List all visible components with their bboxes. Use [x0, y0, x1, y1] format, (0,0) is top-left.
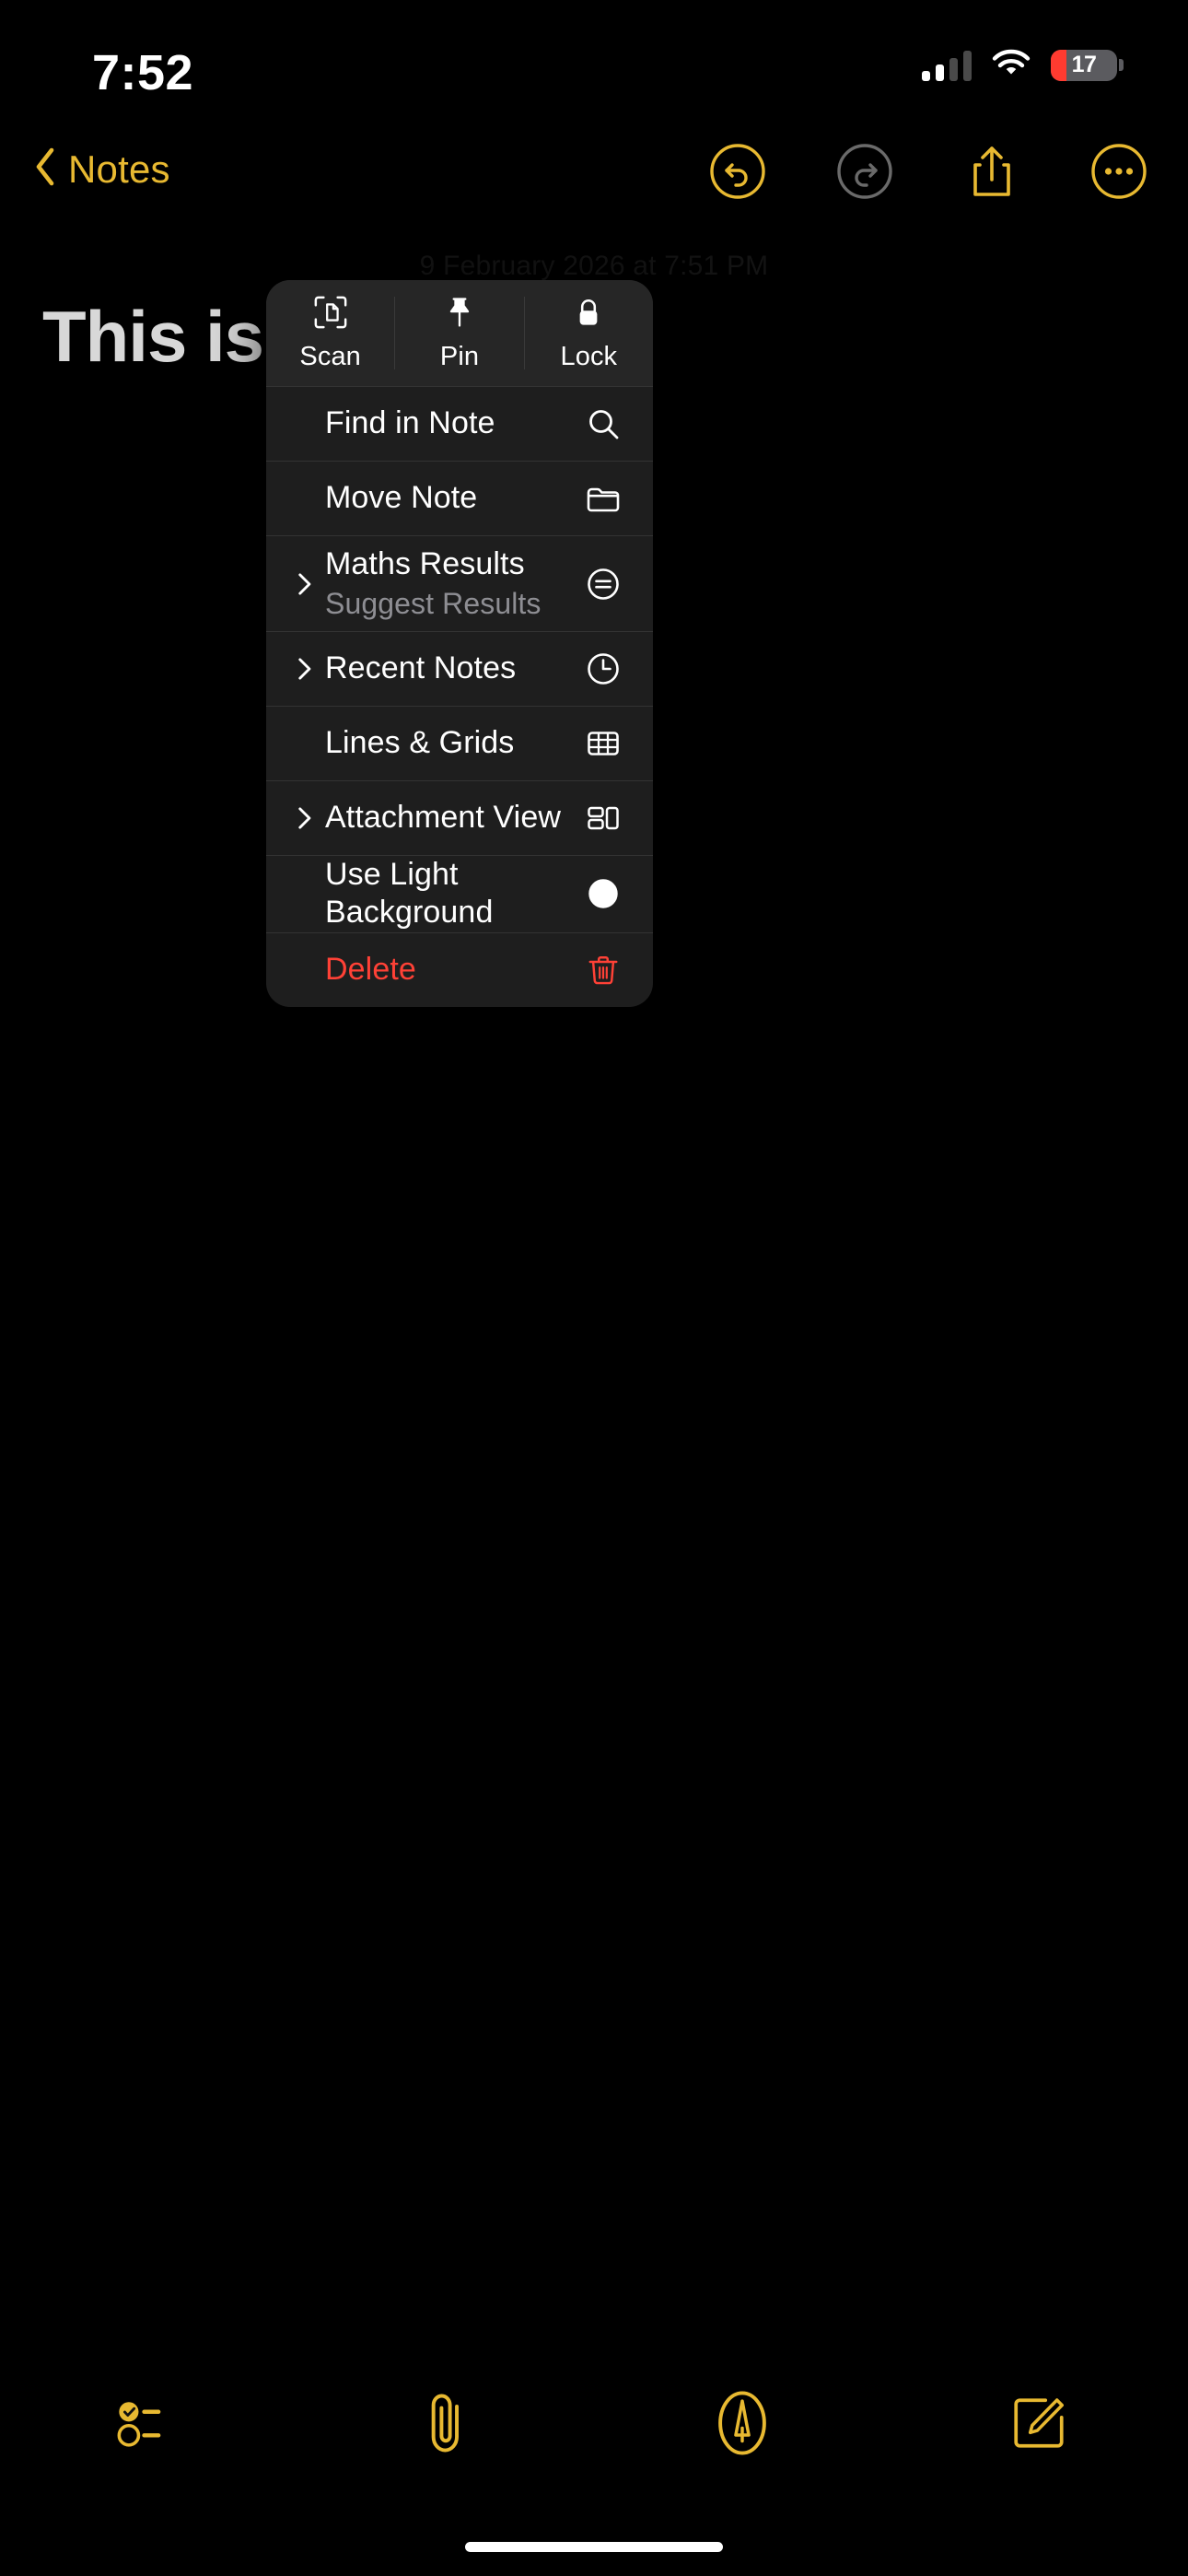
chevron-right-icon: [294, 802, 318, 835]
menu-item-attachment-view[interactable]: Attachment View: [266, 780, 653, 855]
compose-icon: [1009, 2393, 1070, 2458]
attachment-layout-icon: [577, 800, 629, 837]
menu-item-text: Recent Notes: [325, 650, 577, 687]
pin-button[interactable]: Pin: [395, 280, 523, 386]
menu-item-title: Find in Note: [325, 405, 495, 441]
menu-item-title: Use Light Background: [325, 857, 494, 931]
menu-item-text: Move Note: [325, 479, 577, 517]
checklist-icon: [115, 2395, 181, 2455]
menu-item-title: Delete: [325, 952, 416, 988]
menu-item-maths-results[interactable]: Maths Results Suggest Results: [266, 535, 653, 631]
menu-item-text: Maths Results Suggest Results: [325, 545, 577, 622]
menu-item-text: Delete: [325, 951, 577, 989]
more-options-button[interactable]: [1090, 143, 1147, 200]
context-menu-header: Scan Pin Lock: [266, 280, 653, 386]
contrast-circle-icon: [577, 875, 629, 912]
menu-item-lines-and-grids[interactable]: Lines & Grids: [266, 706, 653, 780]
paperclip-icon: [419, 2391, 472, 2460]
back-button-label: Notes: [68, 146, 170, 191]
document-scan-icon: [313, 294, 348, 331]
cellular-bars-icon: [922, 50, 972, 81]
note-context-menu: Scan Pin Lock Find in Note Move Note Mat…: [266, 280, 653, 1007]
home-indicator: [465, 2542, 723, 2552]
markup-pen-circle-icon: [710, 2388, 775, 2463]
lock-icon: [573, 294, 604, 331]
menu-item-title: Recent Notes: [325, 650, 517, 686]
menu-item-title: Maths Results: [325, 545, 525, 581]
menu-item-title: Attachment View: [325, 800, 562, 836]
battery-level-text: 17: [1071, 52, 1097, 77]
chevron-left-icon: [33, 146, 57, 192]
lock-button[interactable]: Lock: [525, 280, 653, 386]
scan-label: Scan: [299, 342, 361, 371]
menu-item-text: Lines & Grids: [325, 724, 577, 762]
clock-icon: [577, 650, 629, 687]
scan-button[interactable]: Scan: [266, 280, 394, 386]
menu-item-title: Lines & Grids: [325, 725, 515, 761]
bottom-toolbar: [0, 2370, 1188, 2480]
menu-item-use-light-background[interactable]: Use Light Background: [266, 855, 653, 932]
menu-item-text: Find in Note: [325, 404, 577, 442]
menu-item-text: Use Light Background: [325, 856, 577, 932]
menu-item-find-in-note[interactable]: Find in Note: [266, 386, 653, 461]
notes-app-screen: 7:52 17 Notes 9 February 2026 at 7:51 PM…: [0, 0, 1188, 2576]
status-bar-indicators: 17: [922, 48, 1124, 82]
chevron-right-icon: [294, 652, 318, 685]
menu-item-delete[interactable]: Delete: [266, 931, 653, 1007]
trash-icon: [577, 953, 629, 988]
menu-item-recent-notes[interactable]: Recent Notes: [266, 631, 653, 706]
wifi-icon: [992, 48, 1031, 82]
folder-icon: [577, 480, 629, 517]
status-bar: 7:52 17: [0, 0, 1188, 129]
lock-label: Lock: [560, 342, 618, 371]
chevron-right-icon: [294, 568, 318, 601]
navigation-actions: [709, 143, 1147, 200]
grid-table-icon: [577, 725, 629, 762]
status-bar-time: 7:52: [92, 45, 194, 100]
share-button[interactable]: [963, 143, 1020, 200]
markup-button[interactable]: [594, 2388, 891, 2463]
undo-button[interactable]: [709, 143, 766, 200]
menu-item-move-note[interactable]: Move Note: [266, 461, 653, 535]
pin-label: Pin: [439, 342, 480, 371]
search-icon: [577, 405, 629, 442]
attachment-button[interactable]: [297, 2391, 595, 2460]
compose-button[interactable]: [891, 2393, 1188, 2458]
navigation-bar: Notes: [0, 134, 1188, 235]
pin-icon: [443, 294, 476, 331]
checklist-button[interactable]: [0, 2395, 297, 2455]
back-to-notes-button[interactable]: Notes: [33, 146, 170, 192]
battery-low-icon: 17: [1051, 49, 1124, 81]
equals-circle-icon: [577, 566, 629, 603]
note-date: 9 February 2026 at 7:51 PM: [419, 251, 769, 281]
redo-button[interactable]: [836, 143, 893, 200]
menu-item-text: Attachment View: [325, 799, 577, 837]
menu-item-title: Move Note: [325, 480, 478, 516]
menu-item-subtitle: Suggest Results: [325, 587, 542, 621]
